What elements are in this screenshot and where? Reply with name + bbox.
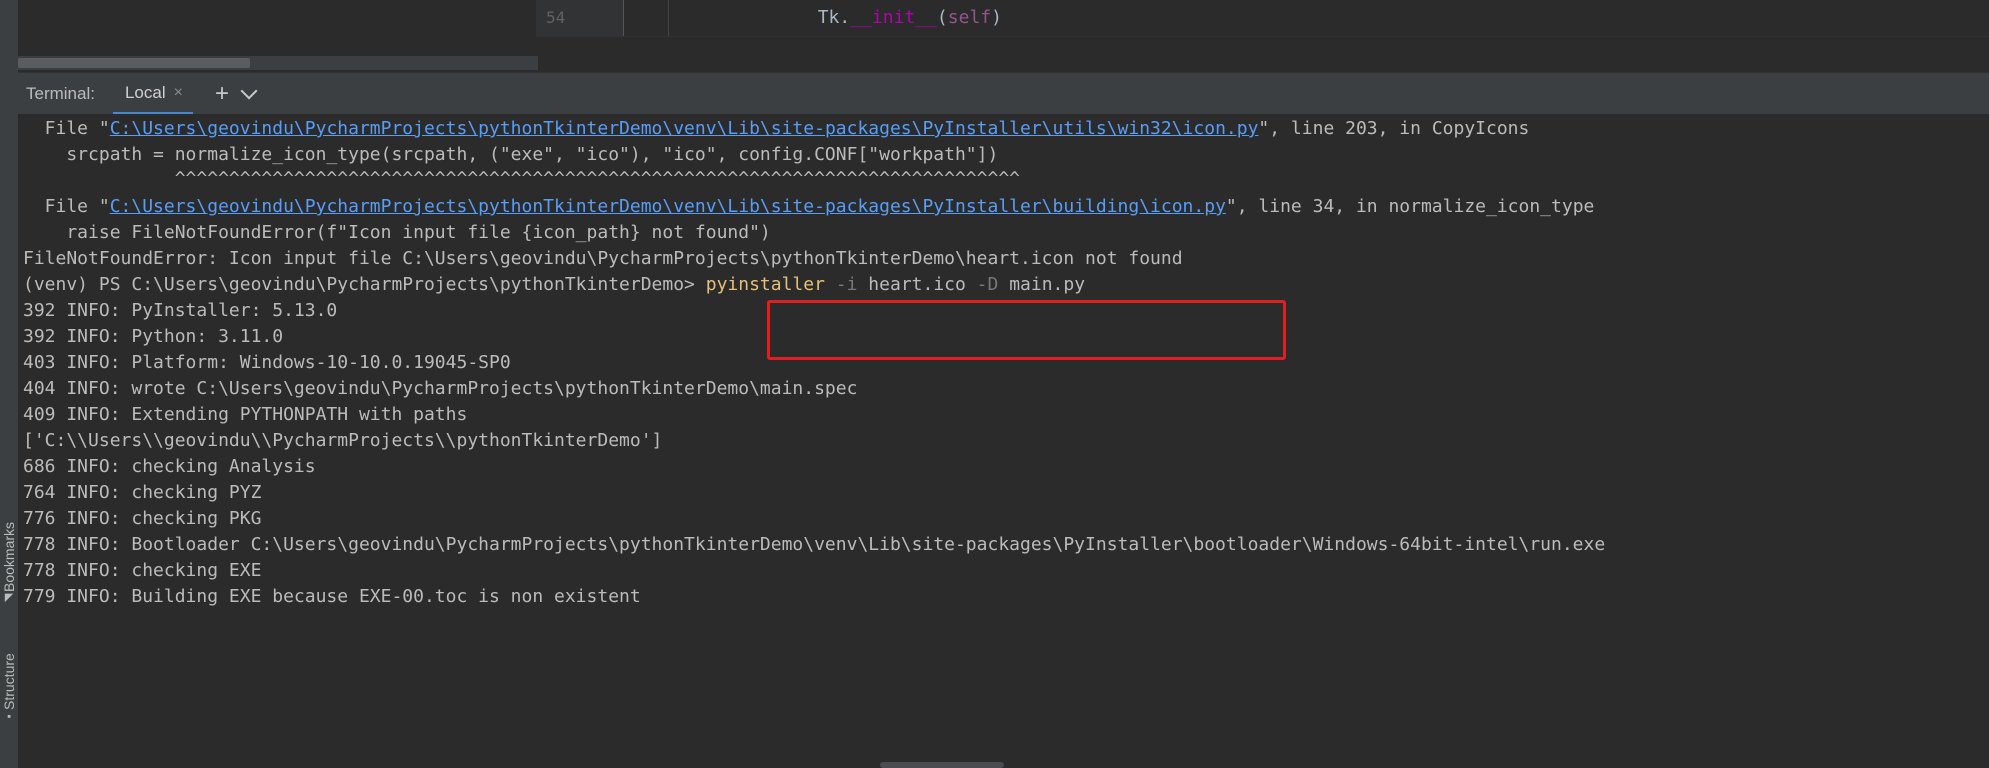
- command-arg: heart.ico: [857, 274, 966, 295]
- text-segment: File ": [23, 118, 110, 139]
- bookmark-icon: ◢: [3, 591, 16, 605]
- terminal-line: 686 INFO: checking Analysis: [23, 456, 316, 477]
- code-line[interactable]: Tk.__init__(self): [731, 0, 1002, 36]
- terminal-line: 779 INFO: Building EXE because EXE-00.to…: [23, 586, 641, 607]
- bottom-scrollbar-thumb[interactable]: [880, 762, 1004, 768]
- structure-icon: ▪: [3, 710, 15, 723]
- terminal-line: 778 INFO: checking EXE: [23, 560, 262, 581]
- terminal-line: 392 INFO: Python: 3.11.0: [23, 326, 284, 347]
- command-flag: -D: [965, 274, 999, 295]
- terminal-line: FileNotFoundError: Icon input file C:\Us…: [23, 248, 1183, 269]
- code-dunder: __init__: [850, 7, 937, 28]
- command-arg: main.py: [998, 274, 1086, 295]
- chevron-down-icon[interactable]: [240, 82, 258, 100]
- terminal-line: 403 INFO: Platform: Windows-10-10.0.1904…: [23, 352, 511, 373]
- file-link[interactable]: C:\Users\geovindu\PycharmProjects\python…: [110, 196, 1226, 217]
- fold-gutter: [624, 0, 669, 36]
- bookmarks-tool-button[interactable]: ◢ Bookmarks: [0, 505, 18, 625]
- file-link[interactable]: C:\Users\geovindu\PycharmProjects\python…: [110, 118, 1259, 139]
- code-paren-close: ): [991, 7, 1002, 28]
- tab-local-label: Local: [124, 82, 166, 102]
- shell-prompt: (venv) PS C:\Users\geovindu\PycharmProje…: [23, 274, 706, 295]
- structure-label: Structure: [1, 653, 17, 711]
- terminal-line: srcpath = normalize_icon_type(srcpath, (…: [23, 144, 999, 165]
- terminal-line: raise FileNotFoundError(f"Icon input fil…: [23, 222, 771, 243]
- horizontal-scrollbar[interactable]: [18, 56, 538, 70]
- line-number: 54: [536, 0, 624, 36]
- command-name: pyinstaller: [705, 274, 825, 295]
- code-self: self: [947, 7, 992, 28]
- add-tab-icon[interactable]: +: [215, 82, 229, 106]
- left-tool-strip: ◢ Bookmarks ▪ Structure: [0, 0, 19, 768]
- terminal-output[interactable]: File "C:\Users\geovindu\PycharmProjects\…: [18, 114, 1989, 768]
- text-segment: File ": [23, 196, 110, 217]
- terminal-toolbar: Terminal: Local × +: [18, 72, 1989, 116]
- text-segment: ", line 34, in normalize_icon_type: [1225, 196, 1595, 217]
- tab-local[interactable]: Local ×: [112, 73, 193, 115]
- terminal-line: ^^^^^^^^^^^^^^^^^^^^^^^^^^^^^^^^^^^^^^^^…: [23, 168, 1020, 189]
- command-line: (venv) PS C:\Users\geovindu\PycharmProje…: [23, 272, 1085, 298]
- terminal-line: 778 INFO: Bootloader C:\Users\geovindu\P…: [23, 534, 1606, 555]
- terminal-line: 776 INFO: checking PKG: [23, 508, 262, 529]
- terminal-title: Terminal:: [26, 84, 95, 103]
- bookmarks-label: Bookmarks: [1, 521, 17, 592]
- close-icon[interactable]: ×: [174, 84, 183, 102]
- structure-tool-button[interactable]: ▪ Structure: [0, 640, 18, 740]
- terminal-line: 392 INFO: PyInstaller: 5.13.0: [23, 300, 338, 321]
- terminal-line: ['C:\\Users\\geovindu\\PycharmProjects\\…: [23, 430, 663, 451]
- text-segment: ", line 203, in CopyIcons: [1258, 118, 1530, 139]
- horizontal-scrollbar-thumb[interactable]: [18, 58, 250, 68]
- command-flag: -i: [824, 274, 858, 295]
- terminal-line: 764 INFO: checking PYZ: [23, 482, 262, 503]
- terminal-line: File "C:\Users\geovindu\PycharmProjects\…: [23, 116, 1530, 142]
- terminal-line: File "C:\Users\geovindu\PycharmProjects\…: [23, 194, 1595, 220]
- code-editor-panel[interactable]: 54 Tk.__init__(self): [536, 0, 1989, 37]
- code-paren-open: (: [936, 7, 948, 28]
- code-prefix: Tk.: [731, 7, 851, 28]
- terminal-line: 404 INFO: wrote C:\Users\geovindu\Pychar…: [23, 378, 858, 399]
- terminal-line: 409 INFO: Extending PYTHONPATH with path…: [23, 404, 468, 425]
